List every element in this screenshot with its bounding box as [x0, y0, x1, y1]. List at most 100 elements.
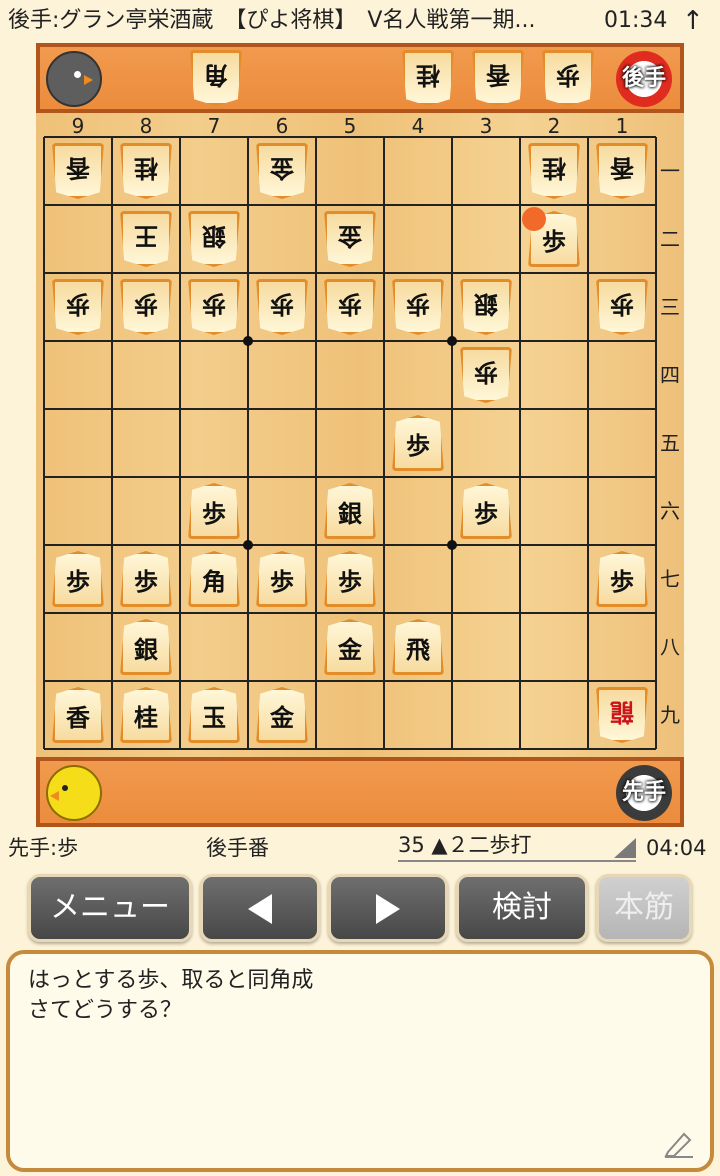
gote-piece[interactable]: 金	[256, 143, 308, 199]
sente-avatar	[46, 765, 102, 821]
gote-piece[interactable]: 歩	[596, 279, 648, 335]
rank-label: 四	[660, 363, 680, 387]
rank-labels: 一二三四五六七八九	[656, 137, 684, 749]
grid-line	[44, 680, 656, 682]
grid-line	[43, 137, 45, 749]
sente-piece[interactable]: 歩	[392, 415, 444, 471]
gote-piece-stand: 角 桂 香 歩 後手	[36, 43, 684, 113]
sente-piece[interactable]: 香	[52, 687, 104, 743]
rank-label: 九	[660, 703, 680, 727]
grid-line	[44, 748, 656, 750]
sente-piece[interactable]: 金	[324, 619, 376, 675]
gote-piece[interactable]: 桂	[528, 143, 580, 199]
shogi-board: 987654321 香桂金桂香王銀金歩歩歩歩歩歩歩銀歩歩歩歩銀歩歩歩角歩歩歩銀金…	[36, 113, 684, 757]
sente-piece[interactable]: 角	[188, 551, 240, 607]
grid-line	[44, 136, 656, 138]
main-line-button[interactable]: 本筋	[596, 874, 692, 942]
upload-arrow-icon: ↑	[682, 6, 704, 36]
rank-label: 三	[660, 295, 680, 319]
sente-piece[interactable]: 飛	[392, 619, 444, 675]
move-selector[interactable]: 35 ▲２二歩打	[398, 830, 636, 862]
sente-piece[interactable]: 銀	[120, 619, 172, 675]
next-move-button[interactable]	[328, 874, 448, 942]
grid-line	[315, 137, 317, 749]
grid-line	[44, 272, 656, 274]
grid-line	[44, 544, 656, 546]
gote-piece[interactable]: 歩	[392, 279, 444, 335]
rank-label: 五	[660, 431, 680, 455]
sente-piece[interactable]: 桂	[120, 687, 172, 743]
sente-badge: 先手	[616, 765, 672, 821]
turn-indicator: 後手番	[206, 836, 269, 860]
status-time: 01:34	[604, 8, 668, 33]
star-point	[243, 540, 253, 550]
review-button[interactable]: 検討	[456, 874, 588, 942]
grid-line	[519, 137, 521, 749]
comment-box[interactable]: はっとする歩、取ると同角成 さてどうする？	[6, 950, 714, 1172]
star-point	[243, 336, 253, 346]
gote-piece[interactable]: 龍	[596, 687, 648, 743]
gote-badge: 後手	[616, 51, 672, 107]
sente-piece[interactable]: 歩	[256, 551, 308, 607]
gote-hand-piece[interactable]: 香	[472, 50, 524, 106]
arrow-right-icon	[376, 893, 400, 924]
grid-line	[111, 137, 113, 749]
board-grid[interactable]: 香桂金桂香王銀金歩歩歩歩歩歩歩銀歩歩歩歩銀歩歩歩角歩歩歩銀金飛香桂玉金龍	[43, 136, 657, 750]
dropdown-corner-icon[interactable]	[614, 838, 636, 858]
arrow-left-icon	[248, 893, 272, 924]
star-point	[447, 336, 457, 346]
gote-piece[interactable]: 歩	[188, 279, 240, 335]
grid-line	[451, 137, 453, 749]
sente-piece[interactable]: 金	[256, 687, 308, 743]
gote-piece[interactable]: 銀	[188, 211, 240, 267]
gote-piece[interactable]: 歩	[52, 279, 104, 335]
gote-piece[interactable]: 歩	[120, 279, 172, 335]
game-clock: 04:04	[646, 836, 707, 860]
gote-piece[interactable]: 銀	[460, 279, 512, 335]
grid-line	[44, 340, 656, 342]
rank-label: 八	[660, 635, 680, 659]
info-row: 先手:歩 後手番 35 ▲２二歩打 04:04	[0, 830, 720, 866]
sente-piece[interactable]: 歩	[460, 483, 512, 539]
rank-label: 六	[660, 499, 680, 523]
gote-hand-piece[interactable]: 歩	[542, 50, 594, 106]
game-title: 後手:グラン亭栄酒蔵 【ぴよ将棋】 V名人戦第一期...	[8, 8, 536, 33]
star-point	[447, 540, 457, 550]
gote-hand-piece[interactable]: 桂	[402, 50, 454, 106]
sente-piece[interactable]: 歩	[188, 483, 240, 539]
gote-hand-piece[interactable]: 角	[190, 50, 242, 106]
sente-piece[interactable]: 歩	[596, 551, 648, 607]
grid-line	[247, 137, 249, 749]
grid-line	[44, 612, 656, 614]
status-bar: 後手:グラン亭栄酒蔵 【ぴよ将棋】 V名人戦第一期... 01:34 ↑	[0, 0, 720, 42]
sente-hand-text: 先手:歩	[8, 836, 79, 860]
gote-piece[interactable]: 歩	[256, 279, 308, 335]
grid-line	[587, 137, 589, 749]
grid-line	[44, 408, 656, 410]
comment-text: さてどうする？	[28, 998, 183, 1023]
previous-move-button[interactable]	[200, 874, 320, 942]
last-move-marker	[522, 207, 546, 231]
gote-piece[interactable]: 歩	[460, 347, 512, 403]
grid-line	[44, 476, 656, 478]
gote-piece[interactable]: 金	[324, 211, 376, 267]
grid-line	[44, 204, 656, 206]
gote-piece[interactable]: 香	[52, 143, 104, 199]
menu-button[interactable]: メニュー	[28, 874, 192, 942]
grid-line	[179, 137, 181, 749]
sente-piece[interactable]: 歩	[324, 551, 376, 607]
gote-piece[interactable]: 王	[120, 211, 172, 267]
rank-label: 七	[660, 567, 680, 591]
sente-piece-stand: 先手	[36, 757, 684, 827]
gote-piece[interactable]: 歩	[324, 279, 376, 335]
sente-piece[interactable]: 歩	[52, 551, 104, 607]
sente-piece[interactable]: 歩	[120, 551, 172, 607]
sente-piece[interactable]: 銀	[324, 483, 376, 539]
comment-text: はっとする歩、取ると同角成	[28, 968, 314, 993]
gote-piece[interactable]: 香	[596, 143, 648, 199]
pencil-icon[interactable]	[662, 1128, 696, 1158]
gote-avatar	[46, 51, 102, 107]
gote-piece[interactable]: 桂	[120, 143, 172, 199]
rank-label: 二	[660, 227, 680, 251]
sente-piece[interactable]: 玉	[188, 687, 240, 743]
